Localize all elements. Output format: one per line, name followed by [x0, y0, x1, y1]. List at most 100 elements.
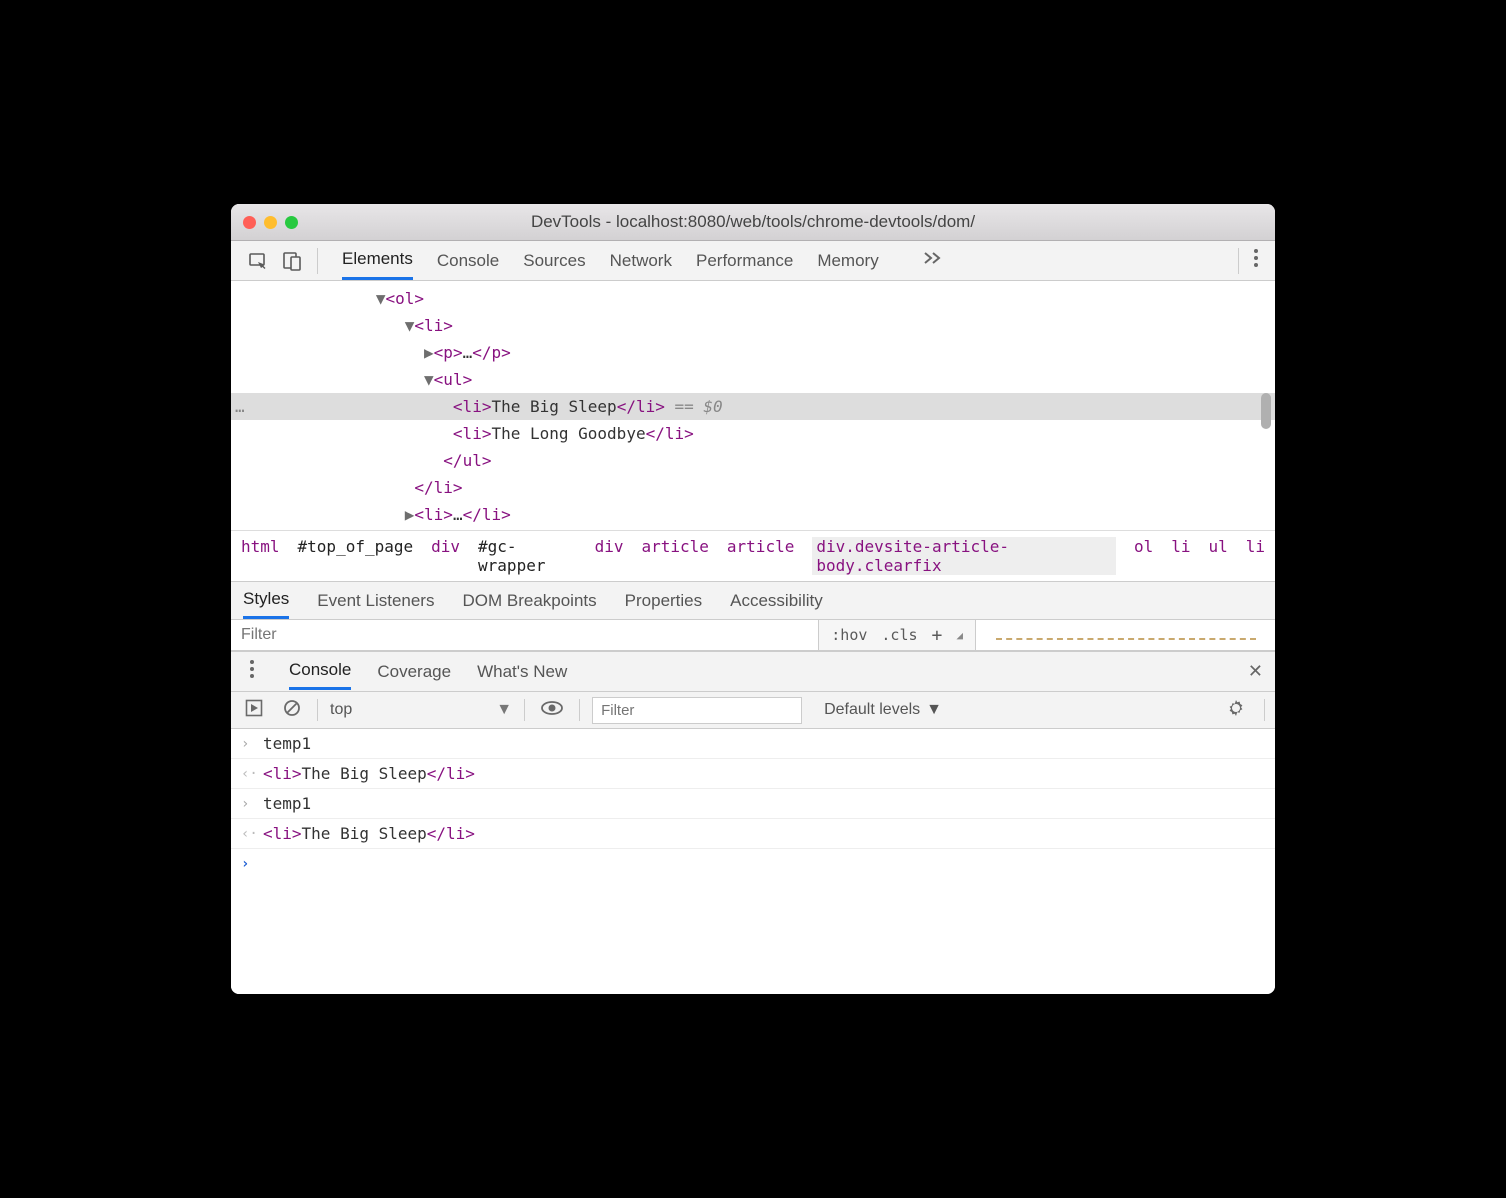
selected-row-gutter-icon[interactable]: …: [235, 393, 245, 420]
cls-toggle[interactable]: .cls: [881, 626, 917, 644]
log-levels-selector[interactable]: Default levels ▼: [824, 701, 942, 719]
context-selector[interactable]: top ▼: [330, 701, 512, 719]
console-settings-icon[interactable]: [1226, 698, 1246, 723]
hov-toggle[interactable]: :hov: [831, 626, 867, 644]
tab-console[interactable]: Console: [437, 243, 499, 279]
breadcrumb-item[interactable]: div: [431, 537, 460, 575]
toolbar-separator: [1238, 248, 1239, 274]
disclosure-triangle-icon[interactable]: ▼: [376, 285, 386, 312]
titlebar: DevTools - localhost:8080/web/tools/chro…: [231, 204, 1275, 241]
disclosure-triangle-icon[interactable]: ▶: [424, 339, 434, 366]
dom-tree-line[interactable]: <li>The Long Goodbye</li>: [231, 420, 1275, 447]
minimize-window-button[interactable]: [264, 216, 277, 229]
toolbar-separator: [524, 699, 525, 721]
breadcrumb-item[interactable]: li: [1171, 537, 1190, 575]
console-row[interactable]: ›temp1: [231, 729, 1275, 759]
settings-kebab-icon[interactable]: [1247, 242, 1265, 279]
tab-performance[interactable]: Performance: [696, 243, 793, 279]
scrollbar-thumb[interactable]: [1261, 393, 1271, 429]
disclosure-triangle-icon[interactable]: ▶: [405, 501, 415, 528]
styles-filter-input[interactable]: [231, 620, 818, 650]
zoom-window-button[interactable]: [285, 216, 298, 229]
output-arrow-icon: ‹·: [241, 826, 263, 842]
breadcrumb-item[interactable]: div: [595, 537, 624, 575]
output-arrow-icon: ‹·: [241, 766, 263, 782]
console-prompt-icon: ›: [241, 856, 263, 872]
drawer-tab-console[interactable]: Console: [289, 653, 351, 690]
panel-tabs: Elements Console Sources Network Perform…: [342, 241, 941, 280]
execute-icon[interactable]: [241, 697, 267, 724]
breadcrumb-item[interactable]: article: [641, 537, 708, 575]
toolbar-separator: [1264, 699, 1265, 721]
drawer-tabs: Console Coverage What's New ✕: [231, 651, 1275, 691]
new-style-rule-icon[interactable]: +: [932, 625, 943, 646]
breadcrumb-item[interactable]: li: [1246, 537, 1265, 575]
subtab-event-listeners[interactable]: Event Listeners: [317, 584, 434, 618]
drawer-close-icon[interactable]: ✕: [1248, 661, 1263, 682]
console-filter-input[interactable]: [592, 697, 802, 724]
dom-tree-line[interactable]: ▶<p>…</p>: [231, 339, 1275, 366]
input-arrow-icon: ›: [241, 796, 263, 812]
traffic-lights: [243, 216, 298, 229]
subtab-styles[interactable]: Styles: [243, 582, 289, 619]
inspect-element-icon[interactable]: [241, 244, 275, 278]
console-row[interactable]: ‹· <li>The Big Sleep</li>: [231, 819, 1275, 849]
dom-breadcrumb: html #top_of_page div #gc-wrapper div article…: [231, 530, 1275, 581]
dom-tree-line[interactable]: ▼<ul>: [231, 366, 1275, 393]
subtab-properties[interactable]: Properties: [625, 584, 702, 618]
dom-tree-line[interactable]: </li>: [231, 474, 1275, 501]
clear-console-icon[interactable]: [279, 697, 305, 724]
more-tabs-icon[interactable]: [923, 251, 941, 270]
tab-elements[interactable]: Elements: [342, 241, 413, 280]
drawer-kebab-icon[interactable]: [243, 653, 261, 690]
drawer-tab-whats-new[interactable]: What's New: [477, 655, 567, 689]
console-toolbar: top ▼ Default levels ▼: [231, 691, 1275, 729]
live-expression-icon[interactable]: [537, 698, 567, 723]
chevron-down-icon: ▼: [926, 701, 942, 719]
breadcrumb-item[interactable]: html: [241, 537, 280, 575]
close-window-button[interactable]: [243, 216, 256, 229]
breadcrumb-item[interactable]: ol: [1134, 537, 1153, 575]
console-input-text: temp1: [263, 794, 311, 813]
drawer-tab-coverage[interactable]: Coverage: [377, 655, 451, 689]
console-output: ›temp1‹· <li>The Big Sleep</li>›temp1‹· …: [231, 729, 1275, 994]
toolbar-separator: [579, 699, 580, 721]
breadcrumb-item[interactable]: #gc-wrapper: [478, 537, 577, 575]
console-output-html: <li>The Big Sleep</li>: [263, 764, 475, 783]
dom-tree-line[interactable]: <li>The Big Sleep</li> == $0: [231, 393, 1275, 420]
tab-memory[interactable]: Memory: [817, 243, 878, 279]
tab-network[interactable]: Network: [610, 243, 672, 279]
box-model-fragment: [996, 638, 1256, 644]
tab-sources[interactable]: Sources: [523, 243, 585, 279]
dom-tree-line[interactable]: ▼<li>: [231, 312, 1275, 339]
console-prompt-row[interactable]: ›: [231, 849, 1275, 879]
subtab-dom-breakpoints[interactable]: DOM Breakpoints: [462, 584, 596, 618]
dom-tree-line[interactable]: ▼<ol>: [231, 285, 1275, 312]
toolbar-separator: [317, 248, 318, 274]
toolbar-separator: [317, 699, 318, 721]
breadcrumb-item[interactable]: ul: [1208, 537, 1227, 575]
console-output-html: <li>The Big Sleep</li>: [263, 824, 475, 843]
expand-corner-icon[interactable]: ◢: [956, 629, 963, 642]
chevron-down-icon: ▼: [496, 701, 512, 719]
breadcrumb-item[interactable]: #top_of_page: [298, 537, 414, 575]
computed-box-area: [975, 620, 1275, 650]
console-input-text: temp1: [263, 734, 311, 753]
input-arrow-icon: ›: [241, 736, 263, 752]
elements-subtabs: Styles Event Listeners DOM Breakpoints P…: [231, 581, 1275, 619]
dom-tree-line[interactable]: </ul>: [231, 447, 1275, 474]
breadcrumb-item[interactable]: article: [727, 537, 794, 575]
device-toggle-icon[interactable]: [275, 244, 309, 278]
styles-filter-bar: :hov .cls + ◢: [231, 619, 1275, 651]
console-row[interactable]: ›temp1: [231, 789, 1275, 819]
dom-tree-panel: ▼<ol> ▼<li> ▶<p>…</p> ▼<ul>… <li>The Big…: [231, 281, 1275, 530]
console-row[interactable]: ‹· <li>The Big Sleep</li>: [231, 759, 1275, 789]
dom-tree-line[interactable]: ▶<li>…</li>: [231, 501, 1275, 528]
disclosure-triangle-icon[interactable]: ▼: [424, 366, 434, 393]
devtools-window: DevTools - localhost:8080/web/tools/chro…: [231, 204, 1275, 994]
subtab-accessibility[interactable]: Accessibility: [730, 584, 823, 618]
disclosure-triangle-icon[interactable]: ▼: [405, 312, 415, 339]
breadcrumb-item[interactable]: div.devsite-article-body.clearfix: [812, 537, 1116, 575]
window-title: DevTools - localhost:8080/web/tools/chro…: [531, 212, 975, 232]
log-levels-label: Default levels: [824, 701, 920, 719]
